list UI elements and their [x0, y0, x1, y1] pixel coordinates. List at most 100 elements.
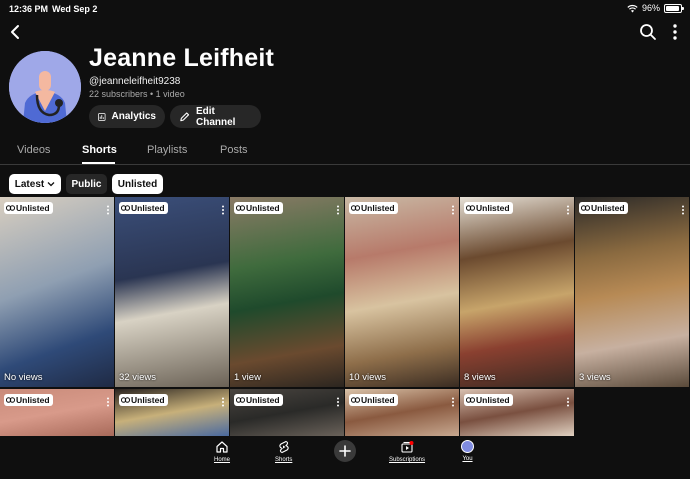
- short-more-icon[interactable]: [336, 202, 340, 215]
- short-more-icon[interactable]: [106, 394, 110, 407]
- unlisted-badge: Unlisted: [349, 394, 398, 406]
- unlisted-badge-label: Unlisted: [131, 203, 165, 213]
- nav-shorts-label: Shorts: [275, 457, 293, 463]
- short-tile[interactable]: Unlisted: [460, 389, 574, 436]
- unlisted-badge: Unlisted: [4, 394, 53, 406]
- unlisted-badge-label: Unlisted: [16, 203, 50, 213]
- short-more-icon[interactable]: [221, 394, 225, 407]
- short-tile[interactable]: Unlisted No views: [0, 197, 114, 387]
- status-bar: 12:36 PM Wed Sep 2 96%: [0, 0, 690, 18]
- short-view-count: 1 view: [234, 372, 261, 383]
- short-more-icon[interactable]: [566, 394, 570, 407]
- doctor-avatar-icon: [9, 51, 81, 123]
- nav-you-label: You: [462, 456, 473, 462]
- battery-fill: [666, 5, 680, 11]
- search-icon[interactable]: [638, 22, 658, 42]
- short-more-icon[interactable]: [681, 202, 685, 215]
- link-icon: [121, 205, 130, 211]
- unlisted-badge-label: Unlisted: [591, 203, 625, 213]
- unlisted-badge-label: Unlisted: [246, 395, 280, 405]
- short-tile[interactable]: Unlisted: [0, 389, 114, 436]
- short-tile[interactable]: Unlisted 8 views: [460, 197, 574, 387]
- unlisted-badge-label: Unlisted: [246, 203, 280, 213]
- link-icon: [466, 397, 475, 403]
- link-icon: [236, 397, 245, 403]
- more-vert-icon[interactable]: [667, 22, 683, 42]
- short-tile[interactable]: Unlisted: [115, 389, 229, 436]
- unlisted-badge: Unlisted: [464, 394, 513, 406]
- nav-shorts[interactable]: Shorts: [275, 440, 292, 463]
- short-tile[interactable]: Unlisted 10 views: [345, 197, 459, 387]
- unlisted-badge: Unlisted: [464, 202, 513, 214]
- plus-icon: [339, 445, 351, 457]
- link-icon: [236, 205, 245, 211]
- shorts-icon: [278, 440, 289, 454]
- status-time: 12:36 PM: [9, 4, 49, 14]
- link-icon: [351, 205, 360, 211]
- filter-unlisted-chip[interactable]: Unlisted: [112, 174, 163, 194]
- short-more-icon[interactable]: [566, 202, 570, 215]
- unlisted-badge: Unlisted: [119, 394, 168, 406]
- short-view-count: 8 views: [464, 372, 496, 383]
- short-more-icon[interactable]: [221, 202, 225, 215]
- link-icon: [351, 397, 360, 403]
- battery-percent: 96%: [641, 3, 660, 13]
- unlisted-badge: Unlisted: [349, 202, 398, 214]
- unlisted-badge-label: Unlisted: [361, 395, 395, 405]
- nav-you[interactable]: You: [461, 440, 474, 462]
- short-tile[interactable]: Unlisted: [345, 389, 459, 436]
- battery-icon: [664, 3, 684, 13]
- back-arrow-icon[interactable]: [6, 22, 26, 42]
- home-icon: [216, 441, 228, 453]
- tab-posts[interactable]: Posts: [220, 144, 248, 156]
- short-more-icon[interactable]: [336, 394, 340, 407]
- nav-home-label: Home: [214, 457, 231, 463]
- short-view-count: 10 views: [349, 372, 386, 383]
- short-tile[interactable]: Unlisted 32 views: [115, 197, 229, 387]
- unlisted-badge-label: Unlisted: [476, 203, 510, 213]
- unlisted-badge: Unlisted: [234, 202, 283, 214]
- nav-subscriptions[interactable]: Subscriptions: [389, 440, 425, 463]
- channel-avatar[interactable]: [9, 51, 81, 123]
- link-icon: [6, 397, 15, 403]
- unlisted-badge-label: Unlisted: [131, 395, 165, 405]
- nav-subscriptions-label: Subscriptions: [389, 457, 426, 463]
- tab-videos[interactable]: Videos: [17, 144, 50, 156]
- tab-shorts[interactable]: Shorts: [82, 144, 117, 156]
- wifi-icon: [627, 4, 638, 12]
- short-tile[interactable]: Unlisted: [230, 389, 344, 436]
- filter-public-chip[interactable]: Public: [66, 174, 107, 194]
- analytics-icon: [98, 112, 106, 121]
- unlisted-badge-label: Unlisted: [476, 395, 510, 405]
- you-avatar-icon: [461, 440, 474, 453]
- short-more-icon[interactable]: [106, 202, 110, 215]
- analytics-label: Analytics: [111, 111, 156, 122]
- short-tile[interactable]: Unlisted 1 view: [230, 197, 344, 387]
- channel-name: Jeanne Leifheit: [89, 44, 274, 72]
- short-view-count: 3 views: [579, 372, 611, 383]
- sort-latest-label: Latest: [14, 178, 45, 190]
- nav-home[interactable]: Home: [214, 440, 230, 463]
- active-tab-indicator: [82, 162, 115, 164]
- unlisted-badge: Unlisted: [4, 202, 53, 214]
- link-icon: [6, 205, 15, 211]
- channel-handle: @jeanneleifheit9238: [89, 76, 181, 87]
- short-tile[interactable]: Unlisted 3 views: [575, 197, 689, 387]
- unlisted-badge-label: Unlisted: [361, 203, 395, 213]
- link-icon: [466, 205, 475, 211]
- link-icon: [121, 397, 130, 403]
- channel-tabs: Videos Shorts Playlists Posts: [0, 140, 690, 165]
- short-more-icon[interactable]: [451, 394, 455, 407]
- edit-channel-label: Edit Channel: [196, 105, 236, 128]
- unlisted-badge: Unlisted: [234, 394, 283, 406]
- sort-latest-chip[interactable]: Latest: [9, 174, 61, 194]
- status-date: Wed Sep 2: [52, 4, 98, 14]
- pencil-icon: [180, 111, 190, 121]
- subscriptions-icon: [401, 441, 414, 453]
- unlisted-badge: Unlisted: [579, 202, 628, 214]
- create-button[interactable]: [334, 440, 356, 462]
- analytics-button[interactable]: Analytics: [89, 105, 165, 128]
- edit-channel-button[interactable]: Edit Channel: [170, 105, 261, 128]
- short-more-icon[interactable]: [451, 202, 455, 215]
- tab-playlists[interactable]: Playlists: [147, 144, 187, 156]
